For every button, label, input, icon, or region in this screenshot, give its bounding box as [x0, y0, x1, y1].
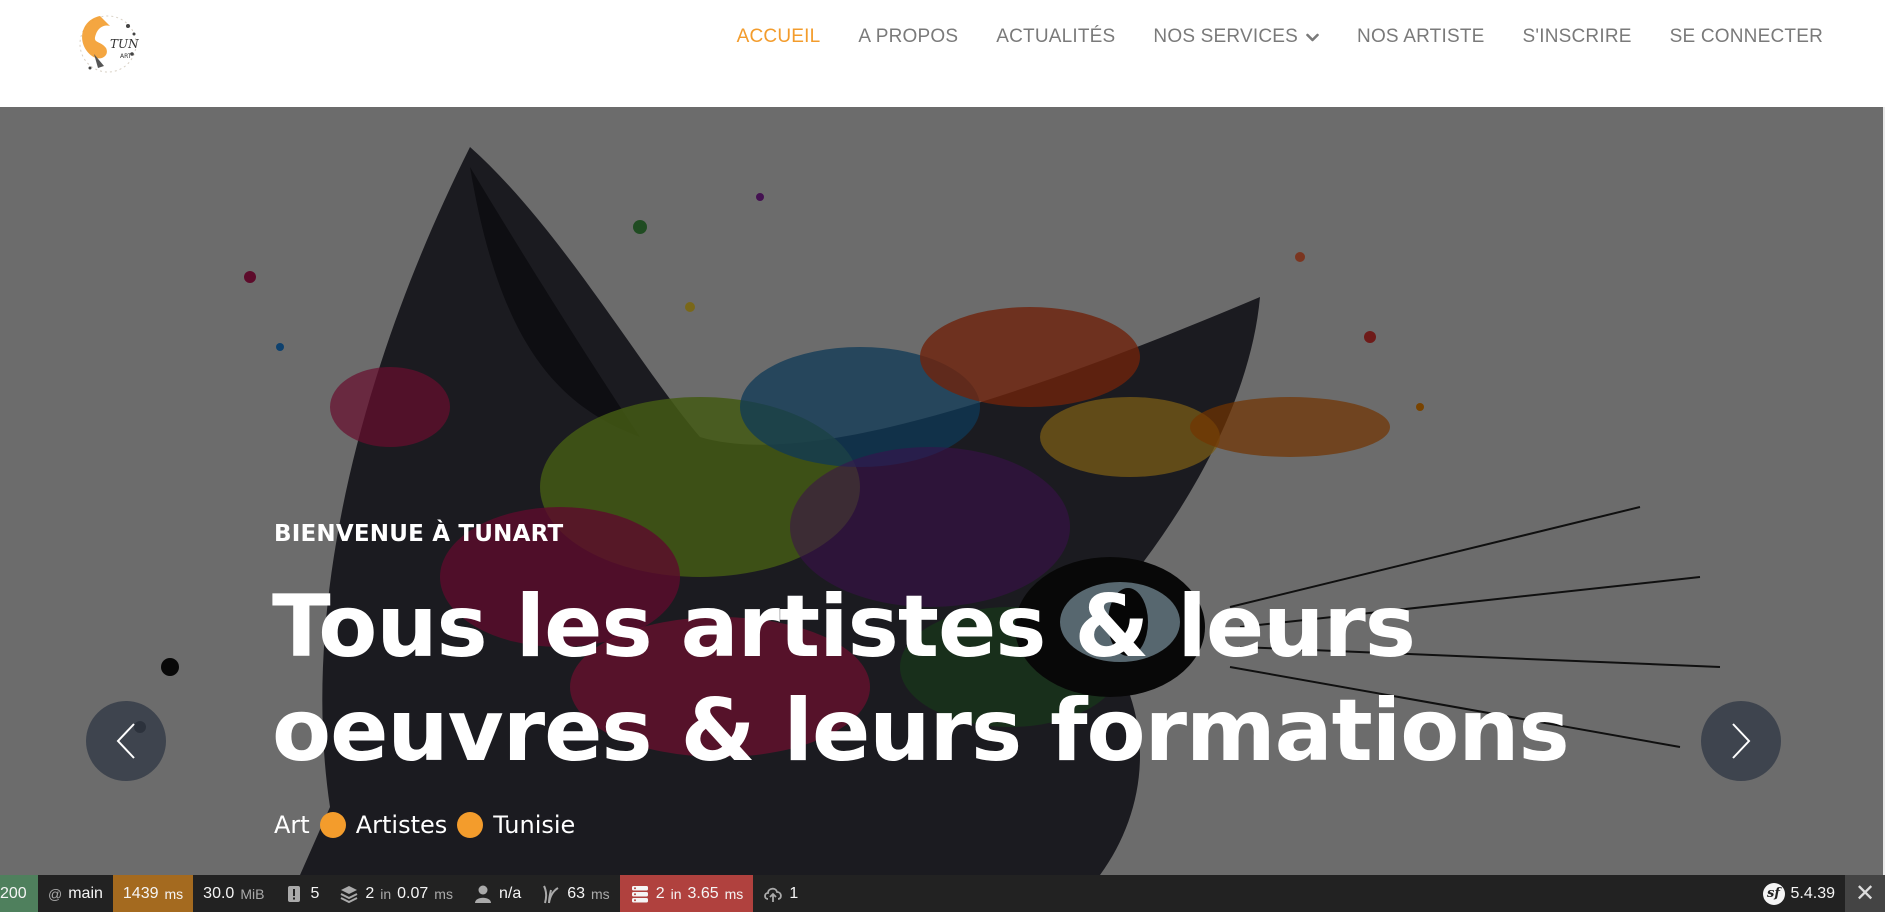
chevron-right-icon	[1732, 723, 1751, 759]
slider-prev-button[interactable]	[86, 701, 166, 781]
cache-unit: ms	[434, 885, 453, 902]
time-unit: ms	[164, 885, 184, 902]
nav-sinscrire[interactable]: S'INSCRIRE	[1523, 26, 1632, 48]
database-panel[interactable]: 2 in 3.65 ms	[619, 875, 754, 912]
memory-value: 30.0	[203, 884, 235, 902]
db-unit: ms	[724, 885, 744, 902]
db-time: 3.65	[687, 884, 719, 902]
nav-label: SE CONNECTER	[1669, 26, 1823, 47]
twig-unit: ms	[591, 885, 610, 902]
separator-dot-icon	[319, 812, 346, 838]
nav-se-connecter[interactable]: SE CONNECTER	[1670, 26, 1823, 48]
events-panel[interactable]: 1	[753, 875, 808, 912]
status-code: 200	[0, 884, 27, 902]
symfony-logo-icon: sf	[1762, 882, 1785, 905]
hero-tags: Art Artistes Tunisie	[274, 811, 575, 839]
symfony-version-panel[interactable]: sf 5.4.39	[1753, 875, 1845, 912]
status-code-panel[interactable]: 200	[0, 875, 38, 912]
svg-text:ART: ART	[120, 53, 132, 60]
hero-subtitle: BIENVENUE À TUNART	[274, 521, 564, 547]
layers-icon	[340, 885, 358, 903]
nav-label: NOS ARTISTE	[1357, 26, 1485, 47]
hero-tag: Art	[274, 811, 310, 839]
user-value: n/a	[498, 884, 522, 902]
twig-icon	[543, 885, 559, 903]
cloud-upload-icon	[764, 887, 783, 902]
database-icon	[631, 885, 648, 902]
nav-label: ACCUEIL	[736, 26, 821, 47]
twig-panel[interactable]: 63 ms	[531, 875, 619, 912]
cache-panel[interactable]: 2 in 0.07 ms	[329, 875, 463, 912]
nav-actualites[interactable]: ACTUALITÉS	[996, 26, 1115, 48]
route-name: main	[68, 884, 103, 902]
time-value: 1439	[122, 884, 159, 902]
slider-next-button[interactable]	[1701, 701, 1781, 781]
logo-icon: TUN ART	[79, 15, 139, 73]
nav-nos-services[interactable]: NOS SERVICES	[1153, 26, 1319, 48]
route-panel[interactable]: @ main	[38, 875, 113, 912]
toolbar-close-button[interactable]: ✕	[1845, 875, 1885, 912]
nav-a-propos[interactable]: A PROPOS	[858, 26, 958, 48]
symfony-version: 5.4.39	[1790, 884, 1835, 902]
main-nav: ACCUEIL A PROPOS ACTUALITÉS NOS SERVICES…	[737, 0, 1823, 74]
route-prefix: @	[48, 885, 63, 902]
separator-dot-icon	[457, 812, 484, 838]
memory-panel[interactable]: 30.0 MiB	[193, 875, 274, 912]
hero-title: Tous les artistes & leurs oeuvres & leur…	[272, 577, 1570, 781]
hero-slider: BIENVENUE À TUNART Tous les artistes & l…	[0, 107, 1885, 875]
toolbar-right: sf 5.4.39 ✕	[1753, 875, 1885, 912]
cache-in-label: in	[380, 885, 392, 902]
user-icon	[474, 885, 491, 903]
nav-label: NOS SERVICES	[1153, 26, 1299, 47]
nav-label: S'INSCRIRE	[1522, 26, 1632, 47]
nav-label: A PROPOS	[858, 26, 959, 47]
nav-nos-artiste[interactable]: NOS ARTISTE	[1357, 26, 1485, 48]
site-header: TUN ART ACCUEIL A PROPOS ACTUALITÉS NOS …	[0, 0, 1885, 107]
logs-panel[interactable]: 5	[274, 875, 329, 912]
hero-tag: Artistes	[355, 811, 448, 839]
log-alert-icon	[288, 885, 301, 902]
chevron-left-icon	[116, 723, 135, 759]
db-queries: 2	[655, 884, 665, 902]
security-panel[interactable]: n/a	[463, 875, 531, 912]
svg-text:TUN: TUN	[110, 37, 139, 51]
chevron-down-icon	[1306, 33, 1319, 42]
site-logo[interactable]: TUN ART	[70, 4, 146, 80]
memory-unit: MiB	[240, 885, 265, 902]
db-in-label: in	[670, 885, 682, 902]
hero-tag: Tunisie	[493, 811, 576, 839]
close-icon: ✕	[1854, 880, 1876, 907]
logs-count: 5	[310, 884, 320, 902]
cache-time: 0.07	[397, 884, 429, 902]
cache-calls: 2	[365, 884, 375, 902]
events-count: 1	[789, 884, 799, 902]
nav-label: ACTUALITÉS	[996, 26, 1116, 47]
nav-accueil[interactable]: ACCUEIL	[737, 26, 821, 48]
debug-toolbar: 200 @ main 1439 ms 30.0 MiB 5 2 in 0.07 ms n/a…	[0, 875, 1885, 912]
time-panel[interactable]: 1439 ms	[112, 875, 194, 912]
twig-time: 63	[567, 884, 586, 902]
